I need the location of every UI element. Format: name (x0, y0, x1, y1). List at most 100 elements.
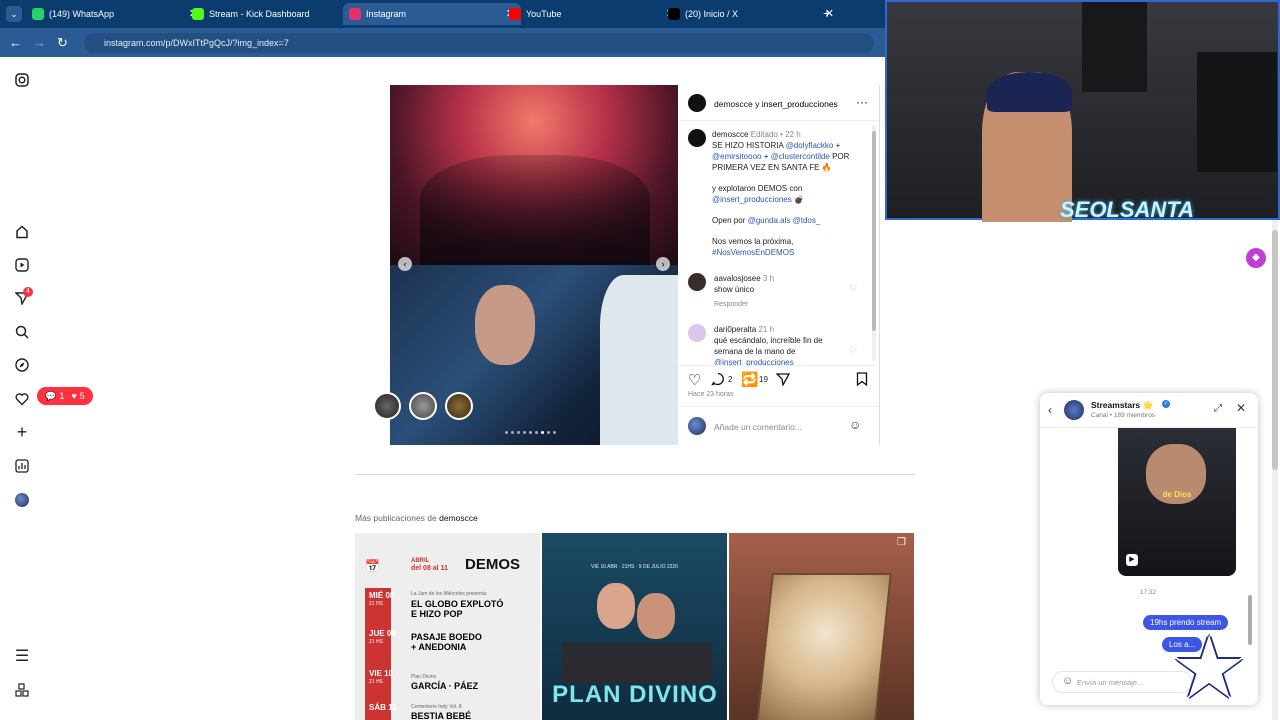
tile-month: ABRIL (411, 558, 430, 564)
mention-link[interactable]: @emirsitoooo (712, 152, 761, 161)
comment-count: 1 (59, 391, 65, 401)
tile-time: 21 HS (369, 639, 383, 645)
channel-meta: Canal • 189 miembros (1091, 412, 1156, 419)
caption-username[interactable]: demoscce (712, 130, 748, 139)
more-posts-text: Más publicaciones de (355, 513, 440, 523)
url-field[interactable]: instagram.com/p/DWxITtPgQcJ/?img_index=7 (84, 33, 874, 53)
mention-link[interactable]: @tdos_ (790, 216, 821, 225)
header-username[interactable]: demoscce (714, 99, 753, 109)
carousel-prev-button[interactable]: ‹ (398, 257, 412, 271)
tile-presenter: La Jam de los Miércoles presenta: (411, 591, 488, 597)
face-shape (637, 593, 675, 639)
mention-link[interactable]: @gunda.als (748, 216, 791, 225)
more-options-icon[interactable]: ··· (856, 95, 868, 109)
tile-time: 21 HS (369, 679, 383, 685)
concert-photo (390, 85, 678, 265)
post-tile[interactable]: ❐ (729, 533, 914, 720)
notification-pill[interactable]: 💬 1 ♥ 5 (37, 387, 93, 405)
emoji-icon[interactable]: ☺ (1062, 675, 1073, 687)
shirt-shape (600, 275, 678, 445)
forward-icon[interactable]: → (33, 35, 46, 50)
carousel-next-button[interactable]: › (656, 257, 670, 271)
comment-like-icon[interactable]: ♡ (849, 345, 857, 356)
repost-icon[interactable]: 🔁 (741, 371, 758, 388)
mention-link[interactable]: @insert_producciones (712, 195, 792, 204)
extension-icon[interactable]: ◆ (1246, 248, 1266, 268)
tab-whatsapp[interactable]: (149) WhatsApp✕ (26, 3, 204, 25)
comments-scrollbar[interactable] (872, 125, 876, 361)
tab-search-icon[interactable]: ⌄ (6, 6, 22, 22)
carousel-dots (505, 431, 556, 434)
divider (678, 365, 879, 366)
comment-username[interactable]: dari0peralta (714, 325, 756, 334)
story-avatars (373, 392, 473, 420)
profile-avatar[interactable] (14, 492, 30, 508)
mention-link[interactable]: @dolyflackko (786, 141, 834, 150)
notification-badge: 4 (23, 287, 33, 297)
story-avatar[interactable] (409, 392, 437, 420)
story-avatar[interactable] (373, 392, 401, 420)
apps-icon[interactable] (14, 682, 30, 698)
dashboard-icon[interactable] (14, 458, 30, 474)
post-tile[interactable]: VIE 10 ABR · 21HS · 9 DE JULIO 2220 PLAN… (542, 533, 727, 720)
commenter-avatar[interactable] (688, 324, 706, 342)
post-tile[interactable]: 📅 ABRIL del 08 al 11 DEMOS MIÉ 08 21 HS … (355, 533, 540, 720)
tab-instagram[interactable]: Instagram✕ (343, 3, 521, 25)
scrollbar-thumb[interactable] (1272, 230, 1278, 470)
artwork-shape (756, 573, 892, 720)
comment-time: 3 h (762, 274, 775, 283)
caption-text: POR (829, 152, 850, 161)
caption-avatar[interactable] (688, 129, 706, 147)
heart-icon[interactable] (14, 391, 30, 407)
search-icon[interactable] (14, 324, 30, 340)
url-text: instagram.com/p/DWxITtPgQcJ/?img_index=7 (104, 38, 289, 48)
header-collab[interactable]: insert_producciones (762, 99, 838, 109)
tile-presenter: Plan Divino (411, 674, 437, 680)
video-message[interactable]: de Dios ▶ (1118, 428, 1236, 576)
close-icon[interactable]: ✕ (1236, 401, 1246, 415)
explore-icon[interactable] (14, 357, 30, 373)
page-scrollbar[interactable] (1272, 220, 1278, 720)
channel-avatar[interactable] (1064, 400, 1084, 420)
cap-shape (987, 72, 1072, 112)
tab-x[interactable]: (20) Inicio / X ✕ (662, 3, 840, 25)
comment: aavalosjosee 3 h show único Responder (714, 273, 854, 310)
play-icon[interactable]: ▶ (1126, 554, 1138, 566)
back-icon[interactable]: ‹ (1048, 403, 1052, 417)
author-avatar[interactable] (688, 94, 706, 112)
hashtag-link[interactable]: #NosVemosEnDEMOS (712, 247, 872, 258)
tile-day: JUE 09 (369, 629, 396, 638)
create-icon[interactable]: + (14, 422, 30, 442)
tab-youtube[interactable]: YouTube✕ (503, 3, 681, 25)
back-icon[interactable]: ← (9, 35, 22, 50)
commenter-avatar[interactable] (688, 273, 706, 291)
new-tab-button[interactable]: + (823, 5, 831, 21)
comment-text: show único (714, 285, 755, 294)
comment-icon[interactable] (711, 372, 725, 386)
reposts-count: 19 (759, 375, 768, 384)
tile-event-info: VIE 10 ABR · 21HS · 9 DE JULIO 2220 (591, 564, 678, 570)
share-icon[interactable] (776, 372, 790, 386)
instagram-logo-icon[interactable] (14, 72, 30, 88)
home-icon[interactable] (14, 224, 30, 240)
like-icon[interactable]: ♡ (688, 371, 701, 389)
more-posts-user[interactable]: demoscce (439, 513, 478, 523)
save-icon[interactable] (856, 372, 868, 386)
mention-link[interactable]: @clustercontilde (771, 152, 830, 161)
story-avatar[interactable] (445, 392, 473, 420)
comment-input[interactable]: Añade un comentario... (714, 422, 802, 432)
emoji-icon[interactable]: ☺ (849, 418, 861, 432)
menu-icon[interactable]: ☰ (14, 648, 30, 665)
post-carousel[interactable]: ‹ › (390, 85, 678, 445)
reply-link[interactable]: Responder (714, 299, 854, 310)
expand-icon[interactable]: ⤢ (1214, 403, 1222, 414)
comment-username[interactable]: aavalosjosee (714, 274, 761, 283)
comment-like-icon[interactable]: ♡ (849, 283, 857, 294)
tab-kick[interactable]: Stream - Kick Dashboard✕ (186, 3, 364, 25)
reels-icon[interactable] (14, 257, 30, 273)
reload-icon[interactable]: ↻ (57, 35, 68, 51)
caption-text: y explotaron DEMOS con (712, 184, 803, 193)
tile-day: SÁB 11 (369, 703, 397, 712)
messages-icon[interactable]: 4 (14, 287, 33, 306)
scrollbar-thumb[interactable] (872, 131, 876, 331)
